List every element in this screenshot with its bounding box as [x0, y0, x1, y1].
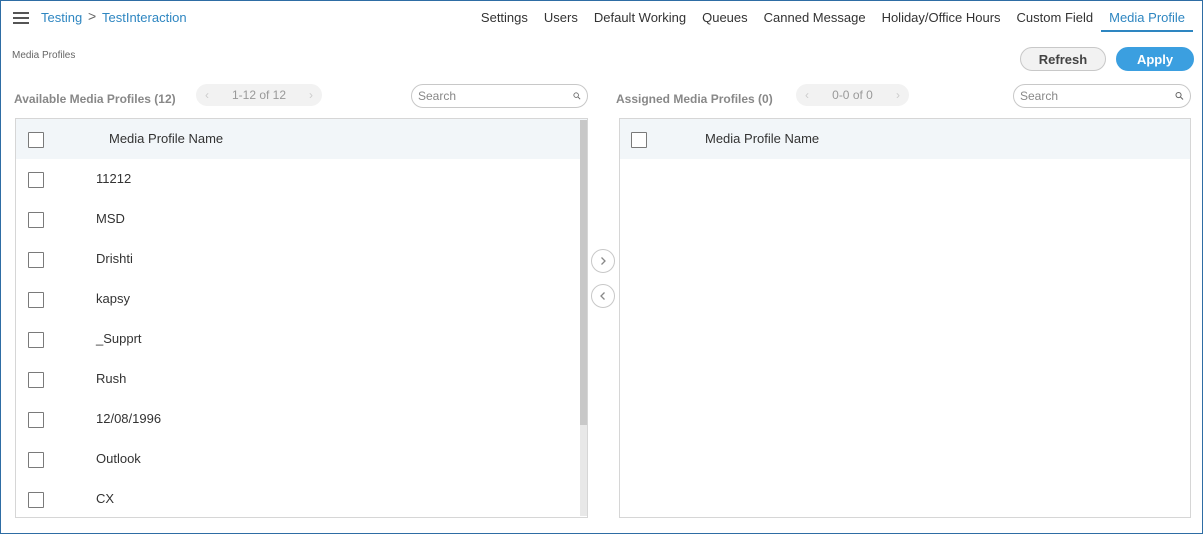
profile-name: Drishti — [96, 251, 133, 266]
apply-button[interactable]: Apply — [1116, 47, 1194, 71]
column-header-name: Media Profile Name — [705, 131, 820, 146]
chevron-right-icon — [601, 257, 606, 265]
available-pager: ‹ 1-12 of 12 › — [196, 84, 322, 106]
profile-name: 11212 — [96, 171, 132, 186]
available-pager-text: 1-12 of 12 — [231, 88, 287, 102]
table-row[interactable]: Drishti — [16, 239, 587, 279]
page-title: Media Profiles — [12, 50, 76, 61]
table-row[interactable]: kapsy — [16, 279, 587, 319]
row-checkbox[interactable] — [28, 412, 44, 428]
assigned-search-box — [1013, 84, 1191, 108]
tab-queues[interactable]: Queues — [694, 0, 756, 32]
search-icon[interactable] — [1175, 89, 1184, 103]
search-icon[interactable] — [573, 89, 581, 103]
table-row[interactable]: MSD — [16, 199, 587, 239]
table-row[interactable]: 12/08/1996 — [16, 399, 587, 439]
profile-name: Rush — [96, 371, 127, 386]
assigned-profiles-label: Assigned Media Profiles (0) — [616, 92, 773, 106]
row-checkbox[interactable] — [28, 492, 44, 508]
profile-name: Outlook — [96, 451, 141, 466]
table-row[interactable]: _Supprt — [16, 319, 587, 359]
tab-users[interactable]: Users — [536, 0, 586, 32]
table-row[interactable]: Rush — [16, 359, 587, 399]
assigned-search-input[interactable] — [1020, 89, 1175, 103]
next-page-icon[interactable]: › — [887, 88, 909, 102]
available-search-input[interactable] — [418, 89, 573, 103]
tab-default-working[interactable]: Default Working — [586, 0, 694, 32]
row-checkbox[interactable] — [28, 292, 44, 308]
assigned-pager-text: 0-0 of 0 — [832, 88, 873, 102]
row-checkbox[interactable] — [28, 452, 44, 468]
tab-bar: Settings Users Default Working Queues Ca… — [473, 0, 1193, 32]
table-row[interactable]: 11212 — [16, 159, 587, 199]
select-all-checkbox[interactable] — [631, 132, 647, 148]
column-header-name: Media Profile Name — [109, 131, 224, 146]
next-page-icon[interactable]: › — [300, 88, 322, 102]
move-right-button[interactable] — [591, 249, 615, 273]
chevron-left-icon — [600, 292, 605, 300]
hamburger-menu-icon[interactable] — [13, 12, 29, 24]
assigned-profiles-table: Media Profile Name — [619, 118, 1191, 518]
tab-media-profile[interactable]: Media Profile — [1101, 0, 1193, 32]
scrollbar-track-lower — [580, 425, 587, 516]
tab-settings[interactable]: Settings — [473, 0, 536, 32]
breadcrumb-separator: > — [88, 8, 97, 24]
available-table-scrollbar[interactable] — [580, 120, 587, 516]
prev-page-icon[interactable]: ‹ — [796, 88, 818, 102]
profile-name: MSD — [96, 211, 125, 226]
row-checkbox[interactable] — [28, 332, 44, 348]
breadcrumb-current[interactable]: TestInteraction — [102, 10, 187, 25]
assigned-pager: ‹ 0-0 of 0 › — [796, 84, 909, 106]
prev-page-icon[interactable]: ‹ — [196, 88, 218, 102]
table-header: Media Profile Name — [620, 119, 1190, 159]
tab-canned-message[interactable]: Canned Message — [756, 0, 874, 32]
select-all-checkbox[interactable] — [28, 132, 44, 148]
row-checkbox[interactable] — [28, 372, 44, 388]
table-header: Media Profile Name — [16, 119, 587, 159]
profile-name: 12/08/1996 — [96, 411, 162, 426]
profile-name: CX — [96, 491, 115, 506]
move-left-button[interactable] — [591, 284, 615, 308]
available-search-box — [411, 84, 588, 108]
available-profiles-table: Media Profile Name 11212 MSD Drishti kap… — [15, 118, 588, 518]
row-checkbox[interactable] — [28, 212, 44, 228]
tab-holiday-office-hours[interactable]: Holiday/Office Hours — [874, 0, 1009, 32]
profile-name: _Supprt — [96, 331, 142, 346]
available-profiles-label: Available Media Profiles (12) — [14, 92, 176, 106]
tab-custom-field[interactable]: Custom Field — [1009, 0, 1102, 32]
table-row[interactable]: CX — [16, 479, 587, 517]
breadcrumb-root[interactable]: Testing — [41, 10, 82, 25]
refresh-button[interactable]: Refresh — [1020, 47, 1106, 71]
row-checkbox[interactable] — [28, 172, 44, 188]
row-checkbox[interactable] — [28, 252, 44, 268]
scrollbar-thumb[interactable] — [580, 120, 587, 425]
profile-name: kapsy — [96, 291, 130, 306]
table-row[interactable]: Outlook — [16, 439, 587, 479]
